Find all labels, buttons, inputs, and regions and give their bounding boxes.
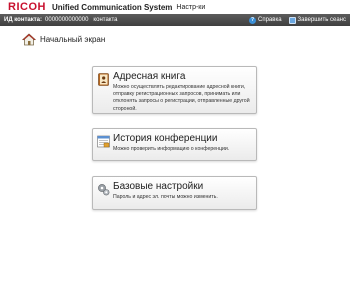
help-icon: ?	[249, 16, 256, 24]
help-link[interactable]: ? Справка	[249, 16, 282, 24]
address-book-button[interactable]: Адресная книга Можно осуществлять редакт…	[92, 66, 257, 114]
contact-id-label: ИД контакта:	[4, 17, 43, 23]
address-book-icon	[98, 73, 109, 86]
contact-id-value: 0000000000000	[45, 17, 89, 23]
app-header: RICOH Unified Communication System Настр…	[0, 0, 350, 14]
home-breadcrumb[interactable]: Начальный экран	[22, 33, 105, 46]
basic-settings-description: Пароль и адрес эл. почты можно изменить.	[113, 194, 218, 200]
logout-label: Завершить сеанс	[297, 17, 346, 23]
home-icon	[22, 33, 36, 46]
conference-history-button[interactable]: История конференции Можно проверить инфо…	[92, 128, 257, 161]
logout-icon	[288, 16, 296, 24]
conference-history-description: Можно проверить информацию о конференции…	[113, 146, 230, 152]
status-bar: ИД контакта: 0000000000000 контакта ? Сп…	[0, 14, 350, 26]
basic-settings-button[interactable]: Базовые настройки Пароль и адрес эл. поч…	[92, 176, 257, 210]
logout-link[interactable]: Завершить сеанс	[288, 16, 346, 24]
main-content: Начальный экран Адресная книга Можно осу…	[0, 26, 350, 306]
home-label: Начальный экран	[40, 35, 106, 44]
brand-logo: RICOH	[8, 1, 46, 13]
address-book-title: Адресная книга	[113, 71, 186, 82]
status-actions: ? Справка Завершить сеанс	[249, 16, 346, 24]
address-book-description: Можно осуществлять редактирование адресн…	[113, 84, 250, 112]
basic-settings-title: Базовые настройки	[113, 181, 204, 192]
app-title: Unified Communication System	[51, 2, 173, 12]
conference-history-title: История конференции	[113, 133, 218, 144]
settings-icon	[98, 184, 110, 196]
app-subtitle: Настр-ки	[176, 3, 206, 11]
conference-history-icon	[97, 135, 110, 148]
help-label: Справка	[258, 17, 282, 23]
contact-name: контакта	[93, 17, 118, 23]
